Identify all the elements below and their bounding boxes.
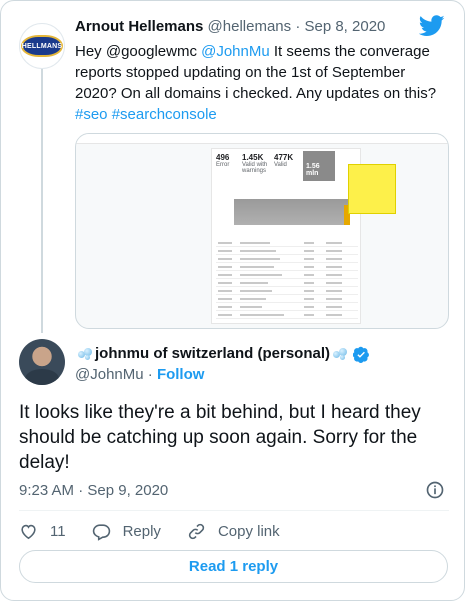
table-row <box>216 271 358 279</box>
separator: · <box>147 366 153 383</box>
author-handle[interactable]: @hellemans <box>208 18 292 35</box>
coverage-chart <box>216 189 354 229</box>
table-row <box>216 255 358 263</box>
hellmans-logo: HELLMANS <box>21 35 63 57</box>
screenshot-toolbar <box>76 134 448 144</box>
action-bar: 11 Reply Copy link <box>19 520 306 542</box>
reply-bubble-icon <box>92 523 110 541</box>
twitter-bird-icon[interactable] <box>419 15 445 37</box>
like-count: 11 <box>50 522 66 540</box>
stat-excluded: 1.56 mln <box>303 151 335 181</box>
tweet-timestamp[interactable]: 9:23 AM · Sep 9, 2020 <box>19 482 168 499</box>
avatar-arnout[interactable]: HELLMANS <box>19 23 65 69</box>
avatar-shirt <box>25 369 59 385</box>
table-row <box>216 239 358 247</box>
author-name-row: johnmu of switzerland (personal) <box>75 344 370 364</box>
like-button[interactable]: 11 <box>19 522 66 541</box>
tweet-date[interactable]: Sep 8, 2020 <box>304 18 385 35</box>
author-name[interactable]: johnmu of switzerland (personal) <box>95 344 330 364</box>
table-row <box>216 263 358 271</box>
logo-text: HELLMANS <box>21 42 63 50</box>
table-row <box>216 295 358 303</box>
table-row <box>216 303 358 311</box>
author-handle[interactable]: @JohnMu <box>75 366 144 383</box>
author-name[interactable]: Arnout Hellemans <box>75 18 203 35</box>
chart-bars <box>234 199 350 225</box>
yellow-highlight-box <box>348 164 396 214</box>
link-icon <box>188 523 205 539</box>
stat-valid: 477K Valid <box>274 153 294 168</box>
author-handle-row: @JohnMu · Follow <box>75 365 204 385</box>
avatar-johnmu[interactable] <box>19 339 65 385</box>
bubbles-emoji-icon <box>333 348 348 360</box>
verified-badge-icon <box>353 346 369 363</box>
tweet1-text: Hey @googlewmc @JohnMu It seems the conv… <box>75 41 447 125</box>
reply-label: Reply <box>122 522 161 540</box>
mention-johnmu[interactable]: @JohnMu <box>201 43 270 60</box>
tweet2-text: It looks like they're a bit behind, but … <box>19 402 421 473</box>
table-row <box>216 279 358 287</box>
thread-connector-line <box>41 63 43 333</box>
hashtags[interactable]: #seo #searchconsole <box>75 106 217 123</box>
separator: · <box>295 18 301 35</box>
divider <box>19 510 449 511</box>
reply-button[interactable]: Reply <box>92 522 161 541</box>
attached-screenshot[interactable]: 496 Error 1.45K Valid with warnings 477K Va… <box>75 133 449 329</box>
stat-error: 496 Error <box>216 153 230 168</box>
details-table <box>216 239 358 319</box>
coverage-report-panel: 496 Error 1.45K Valid with warnings 477K Va… <box>211 148 361 324</box>
info-icon[interactable] <box>425 480 445 500</box>
heart-icon <box>21 524 36 539</box>
follow-link[interactable]: Follow <box>157 366 205 383</box>
tweet1-header: Arnout Hellemans @hellemans · Sep 8, 202… <box>75 17 385 37</box>
bubbles-emoji-icon <box>78 348 92 360</box>
table-row <box>216 287 358 295</box>
table-row <box>216 311 358 319</box>
table-row <box>216 247 358 255</box>
read-replies-button[interactable]: Read 1 reply <box>19 550 448 583</box>
tweet1-text-part1: Hey @googlewmc <box>75 43 202 60</box>
tweet-embed-card: HELLMANS Arnout Hellemans @hellemans · S… <box>0 0 465 601</box>
copy-link-button[interactable]: Copy link <box>187 522 280 541</box>
copy-link-label: Copy link <box>217 522 280 540</box>
stat-warnings: 1.45K Valid with warnings <box>242 153 268 174</box>
